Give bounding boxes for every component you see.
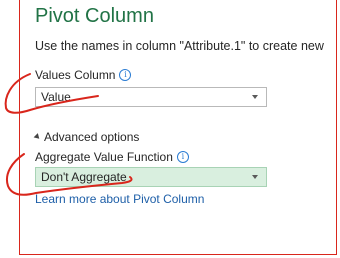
values-column-label-text: Values Column [35,68,116,82]
advanced-options-label: Advanced options [44,130,140,144]
values-column-label: Values Column i [35,68,132,82]
values-column-select[interactable]: Value [35,87,267,107]
values-column-value: Value [41,90,71,104]
advanced-options-toggle[interactable]: Advanced options [33,130,140,144]
chevron-down-icon[interactable] [252,175,258,179]
aggregate-function-select[interactable]: Don't Aggregate [35,167,267,187]
chevron-down-icon[interactable] [252,95,258,99]
aggregate-function-label-text: Aggregate Value Function [35,150,173,164]
collapse-triangle-icon [33,133,42,141]
instructions-text: Use the names in column "Attribute.1" to… [35,39,324,53]
aggregate-function-label: Aggregate Value Function i [35,150,189,164]
aggregate-function-value: Don't Aggregate [41,170,127,184]
info-icon[interactable]: i [119,69,132,81]
info-icon[interactable]: i [176,151,189,163]
dialog-title: Pivot Column [35,5,154,27]
learn-more-link[interactable]: Learn more about Pivot Column [35,192,204,206]
